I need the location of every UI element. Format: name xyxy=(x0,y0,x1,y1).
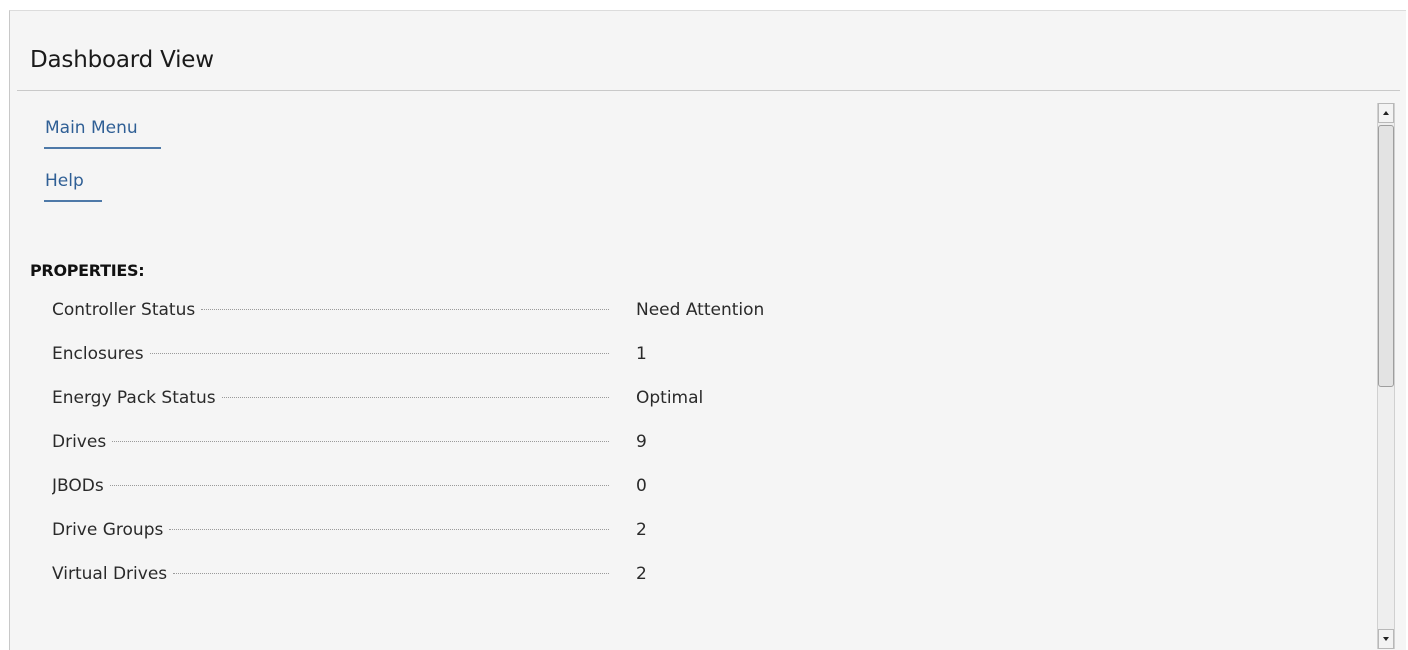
property-label: Energy Pack Status xyxy=(52,388,216,408)
property-value: 2 xyxy=(636,520,647,540)
dotted-leader xyxy=(221,396,609,398)
dotted-leader xyxy=(112,440,609,442)
page-title: Dashboard View xyxy=(30,47,214,73)
property-value: Optimal xyxy=(636,388,704,408)
property-label: JBODs xyxy=(52,476,104,496)
dashboard-view-panel: Dashboard View Main Menu Help PROPERTIES… xyxy=(9,10,1406,650)
property-label: Controller Status xyxy=(52,300,196,320)
property-row-enclosures: Enclosures 1 xyxy=(52,344,832,368)
property-value: 2 xyxy=(636,564,647,584)
property-value: 9 xyxy=(636,432,647,452)
property-label: Drive Groups xyxy=(52,520,164,540)
property-label: Drives xyxy=(52,432,107,452)
property-row-jbods: JBODs 0 xyxy=(52,476,832,500)
dotted-leader xyxy=(109,484,609,486)
property-label: Virtual Drives xyxy=(52,564,168,584)
dotted-leader xyxy=(149,352,609,354)
dotted-leader xyxy=(201,308,609,310)
property-label: Enclosures xyxy=(52,344,144,364)
main-menu-link-underline xyxy=(44,147,161,149)
property-row-drive-groups: Drive Groups 2 xyxy=(52,520,832,544)
main-menu-link[interactable]: Main Menu xyxy=(45,118,138,138)
dotted-leader xyxy=(169,528,609,530)
vertical-scrollbar[interactable] xyxy=(1377,103,1395,649)
arrow-down-icon xyxy=(1383,637,1389,641)
dotted-leader xyxy=(173,572,609,574)
property-row-virtual-drives: Virtual Drives 2 xyxy=(52,564,832,588)
property-value: Need Attention xyxy=(636,300,765,320)
property-row-controller-status: Controller Status Need Attention xyxy=(52,300,832,324)
scroll-down-button[interactable] xyxy=(1378,629,1394,649)
arrow-up-icon xyxy=(1383,111,1389,115)
property-row-energy-pack-status: Energy Pack Status Optimal xyxy=(52,388,832,412)
scrollbar-thumb[interactable] xyxy=(1378,125,1394,387)
title-divider xyxy=(17,90,1400,91)
scroll-up-button[interactable] xyxy=(1378,103,1394,123)
properties-heading: PROPERTIES: xyxy=(30,261,145,280)
property-value: 0 xyxy=(636,476,647,496)
help-link-underline xyxy=(44,200,102,202)
help-link[interactable]: Help xyxy=(45,171,84,191)
property-row-drives: Drives 9 xyxy=(52,432,832,456)
property-value: 1 xyxy=(636,344,647,364)
